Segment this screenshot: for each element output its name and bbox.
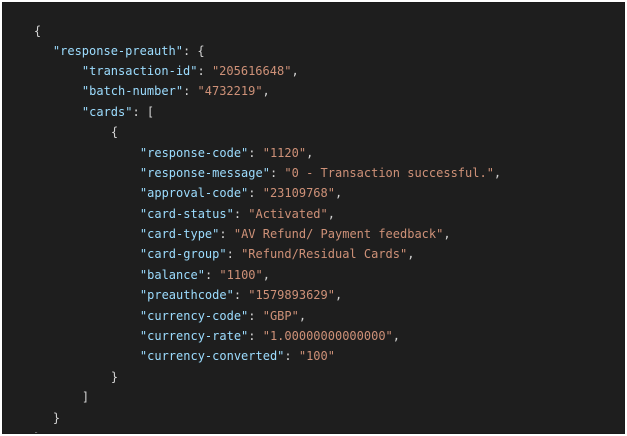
comma: , [392,329,401,343]
code-line: ] [53,367,89,404]
card-entry: "response-message": "0 - Transaction suc… [111,143,501,180]
code-line: "response-preauth": { [24,21,205,58]
comma: , [443,227,451,241]
comma: , [262,84,270,98]
batch-number-value: "4732219" [197,84,263,98]
code-line: } [24,388,60,425]
root-close-brace: } [34,431,41,433]
code-line: } [5,408,41,433]
card-entry: "approval-code": "23109768", [111,163,342,200]
code-line: "transaction-id": "205616648", [53,41,299,78]
code-line: "batch-number": "4732219", [53,61,270,98]
colon: : [183,84,198,98]
card-entry: "card-status": "Activated", [111,184,335,221]
code-line: { [5,3,41,38]
json-code-block: { "response-preauth": { "transaction-id"… [2,2,625,434]
card-item-close: } [110,370,119,384]
card-entry: "card-type": "AV Refund/ Payment feedbac… [111,204,451,241]
currency-converted-key: "currency-converted" [139,349,285,363]
card-entry: "currency-converted": "100" [111,326,335,363]
code-line: { [82,102,118,139]
comma: , [334,288,343,302]
comma: , [407,247,415,261]
code-line: "cards": [ [53,82,154,119]
card-entry: "preauthcode": "1579893629", [111,265,342,302]
comma: , [493,166,502,180]
card-entry: "currency-rate": "1.00000000000000", [111,306,400,343]
response-preauth-close: } [52,411,61,425]
currency-converted-value: "100" [298,349,335,363]
card-entry: "currency-code": "GBP", [111,286,306,323]
code-line: } [82,347,118,384]
cards-open: : [ [132,105,155,119]
card-entry: "balance": "1100", [111,245,270,282]
card-entry: "response-code": "1120", [111,123,313,160]
card-entry: "card-group": "Refund/Residual Cards", [111,224,415,261]
comma: , [334,186,343,200]
colon: : [284,349,299,363]
cards-close: ] [81,390,90,404]
comma: , [291,64,299,78]
